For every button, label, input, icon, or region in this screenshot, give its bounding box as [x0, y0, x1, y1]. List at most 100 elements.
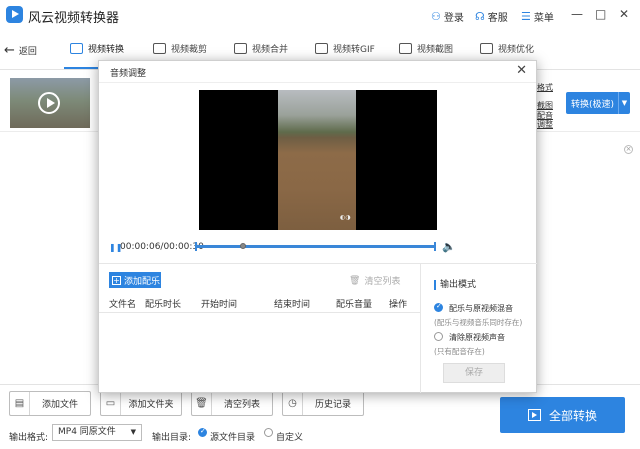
back-label: 返回 — [18, 47, 37, 57]
clear-list-label: 清空列表 — [223, 400, 260, 410]
add-music-label: 添加配乐 — [124, 276, 161, 287]
merge-icon — [234, 43, 247, 54]
convert-label: 转换(极速) — [571, 99, 615, 110]
convert-all-label: 全部转换 — [548, 408, 597, 423]
folder-icon: ▭ — [101, 392, 121, 415]
tab-video-crop[interactable]: 视频裁剪 — [153, 42, 207, 55]
crop-icon — [153, 43, 166, 54]
tab-video-merge[interactable]: 视频合并 — [234, 42, 288, 55]
tab-label: 视频转换 — [88, 45, 125, 55]
column-end-time: 结束时间 — [274, 300, 311, 310]
back-button[interactable]: ← 返回 — [4, 42, 37, 58]
add-file-label: 添加文件 — [41, 400, 78, 410]
tab-label: 视频优化 — [498, 45, 535, 55]
adjust-link[interactable]: 调整 — [537, 119, 553, 130]
history-label: 历史记录 — [314, 400, 351, 410]
output-format-select[interactable]: MP4 同原文件 ▼ — [52, 424, 142, 441]
add-folder-label: 添加文件夹 — [128, 400, 174, 410]
watermark-icon: ◐◑ — [340, 214, 351, 221]
chevron-down-icon[interactable]: ▼ — [618, 92, 630, 114]
tab-video-convert[interactable]: 视频转换 — [70, 42, 124, 55]
radio-clear-original[interactable] — [434, 332, 443, 341]
clock-icon: ◷ — [283, 392, 303, 415]
video-thumbnail[interactable] — [10, 78, 90, 128]
radio-mix[interactable] — [434, 302, 443, 312]
minimize-button[interactable]: — — [571, 7, 583, 21]
column-start-time: 开始时间 — [201, 300, 238, 310]
image-icon — [399, 43, 412, 54]
tab-label: 视频裁剪 — [171, 45, 208, 55]
clear-list-button[interactable]: 🗑 清空列表 — [191, 391, 273, 416]
playback-time: 00:00:06/00:00:30 — [120, 242, 204, 252]
column-actions: 操作 — [389, 300, 408, 310]
play-box-icon — [527, 409, 541, 421]
clear-music-list-button[interactable]: 🗑 清空列表 — [349, 274, 401, 288]
trim-start-handle[interactable] — [195, 242, 197, 251]
trim-end-handle[interactable] — [434, 242, 436, 251]
menu-label: 菜单 — [533, 13, 554, 24]
remove-file-icon[interactable]: × — [624, 145, 633, 154]
add-file-button[interactable]: ▤ 添加文件 — [9, 391, 91, 416]
video-preview: ◐◑ — [199, 90, 437, 230]
sliders-icon — [480, 43, 493, 54]
video-frame: ◐◑ — [278, 90, 356, 230]
history-button[interactable]: ◷ 历史记录 — [282, 391, 364, 416]
add-file-icon: ▤ — [10, 392, 30, 415]
audio-adjust-dialog: 音频调整 ✕ ◐◑ ❚❚ 00:00:06/00:00:30 🔈 + 添加配乐 … — [98, 60, 537, 393]
app-logo-icon — [6, 6, 23, 23]
bottom-toolbar: ▤ 添加文件 ▭ 添加文件夹 🗑 清空列表 ◷ 历史记录 全部转换 输出格式: … — [0, 384, 640, 449]
radio-source-dir[interactable] — [198, 427, 207, 437]
tab-video-screenshot[interactable]: 视频截图 — [399, 42, 453, 55]
close-window-button[interactable]: ✕ — [619, 7, 629, 21]
add-music-button[interactable]: + 添加配乐 — [109, 272, 161, 288]
menu-icon: ☰ — [521, 10, 531, 23]
output-mode-title: 输出模式 — [434, 280, 476, 290]
convert-file-button[interactable]: 转换(极速) ▼ — [566, 92, 630, 114]
music-list: + 添加配乐 🗑 清空列表 文件名 配乐时长 开始时间 结束时间 配乐音量 操作 — [99, 263, 420, 393]
trash-icon: 🗑 — [349, 275, 361, 286]
volume-icon[interactable]: 🔈 — [442, 240, 456, 253]
dialog-close-button[interactable]: ✕ — [516, 63, 527, 78]
playback-slider[interactable] — [195, 242, 436, 251]
clear-music-list-label: 清空列表 — [364, 277, 401, 287]
clear-original-note: (只有配音存在) — [434, 347, 485, 356]
service-button[interactable]: ☊ 客服 — [475, 9, 508, 24]
output-format-label: 输出格式: — [9, 433, 49, 443]
login-label: 登录 — [443, 13, 464, 24]
add-folder-button[interactable]: ▭ 添加文件夹 — [100, 391, 182, 416]
save-button[interactable]: 保存 — [443, 363, 505, 383]
convert-icon — [70, 43, 83, 54]
maximize-button[interactable]: □ — [595, 7, 606, 21]
output-dir-label: 输出目录: — [152, 433, 192, 443]
user-icon: ⚇ — [431, 10, 441, 23]
column-music-volume: 配乐音量 — [336, 300, 373, 310]
menu-button[interactable]: ☰ 菜单 — [521, 9, 554, 24]
tab-label: 视频转GIF — [333, 45, 375, 55]
tab-label: 视频截图 — [417, 45, 454, 55]
playhead-handle[interactable] — [240, 243, 246, 249]
tab-video-optimize[interactable]: 视频优化 — [480, 42, 534, 55]
clear-original-label: 清除原视频声音 — [449, 333, 505, 342]
tab-video-gif[interactable]: 视频转GIF — [315, 42, 375, 55]
headset-icon: ☊ — [475, 10, 485, 23]
source-dir-label: 源文件目录 — [210, 433, 256, 443]
gif-icon — [315, 43, 328, 54]
column-music-duration: 配乐时长 — [145, 300, 182, 310]
service-label: 客服 — [487, 13, 508, 24]
format-link[interactable]: 格式 — [537, 82, 553, 93]
mix-note: (配乐与视频音乐同时存在) — [434, 318, 523, 327]
custom-dir-label: 自定义 — [276, 433, 304, 443]
trash-icon: 🗑 — [192, 392, 212, 415]
tab-label: 视频合并 — [252, 45, 289, 55]
convert-all-button[interactable]: 全部转换 — [500, 397, 625, 433]
output-mode-panel: 输出模式 配乐与原视频混音 (配乐与视频音乐同时存在) 清除原视频声音 (只有配… — [420, 263, 537, 393]
play-icon — [38, 92, 60, 114]
output-format-value: MP4 同原文件 — [58, 427, 116, 437]
login-button[interactable]: ⚇ 登录 — [431, 9, 464, 24]
mix-label: 配乐与原视频混音 — [449, 304, 513, 313]
header-divider — [99, 312, 420, 313]
app-title: 风云视频转换器 — [28, 11, 120, 26]
radio-custom-dir[interactable] — [264, 428, 273, 437]
plus-icon: + — [112, 275, 121, 285]
back-arrow-icon: ← — [4, 42, 15, 58]
